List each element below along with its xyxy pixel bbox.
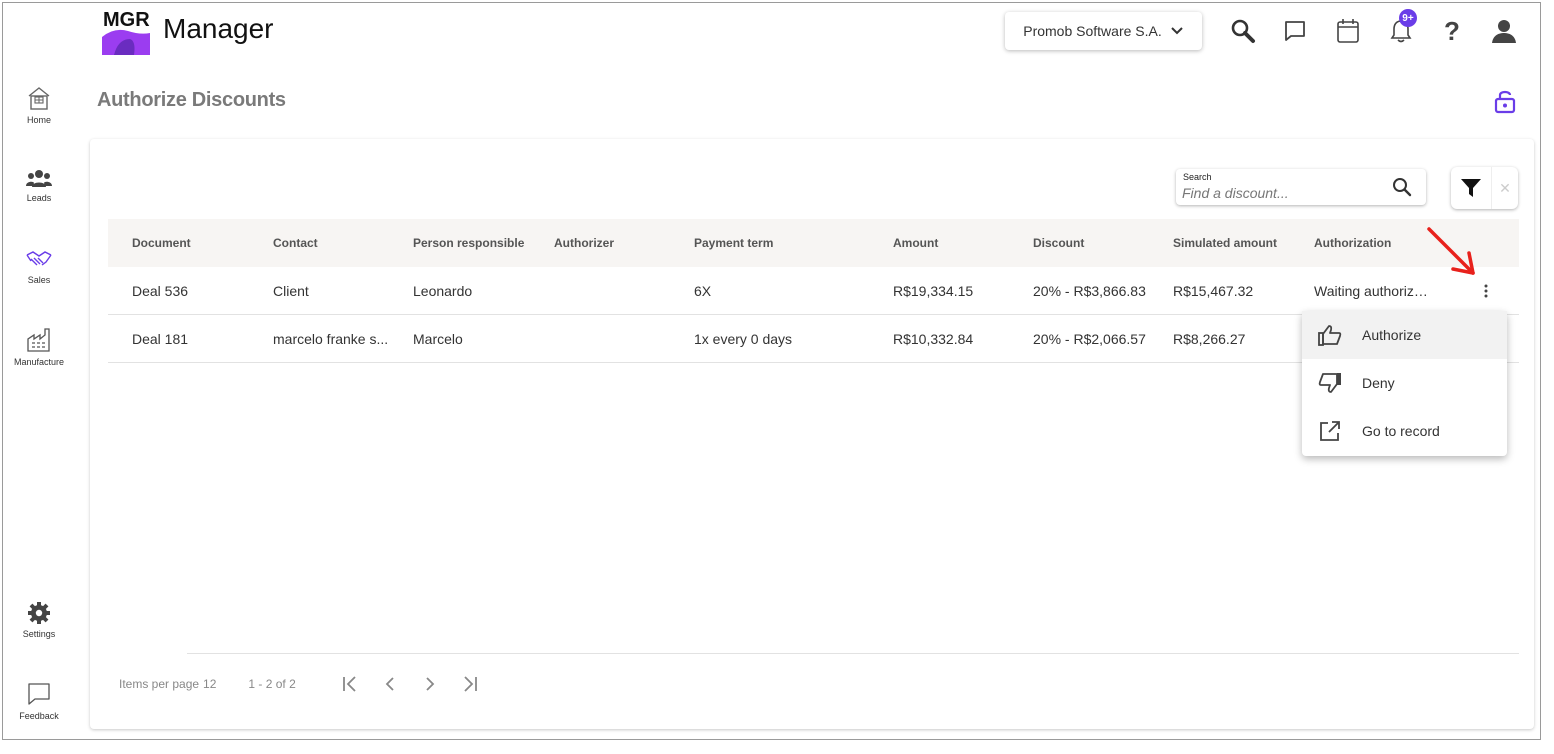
cell-discount: 20% - R$2,066.57 xyxy=(1033,330,1146,347)
app-window: MGR Manager Promob Software S.A. 9+ ? Ho… xyxy=(2,2,1541,740)
search-icon[interactable] xyxy=(1227,15,1259,47)
page-title: Authorize Discounts xyxy=(97,89,286,111)
clear-filter-button[interactable]: ✕ xyxy=(1491,167,1518,209)
cell-contact: Client xyxy=(273,282,309,299)
sidebar-label: Settings xyxy=(22,629,56,639)
pagination: Items per page 12 1 - 2 of 2 xyxy=(119,669,496,699)
cell-payment-term: 6X xyxy=(694,282,712,299)
sidebar-label: Manufacture xyxy=(13,357,65,367)
sidebar-item-feedback[interactable]: Feedback xyxy=(3,681,75,721)
logo-text: MGR xyxy=(103,9,150,31)
bell-icon[interactable]: 9+ xyxy=(1385,9,1417,47)
company-selector[interactable]: Promob Software S.A. xyxy=(1005,12,1202,50)
cell-discount: 20% - R$3,866.83 xyxy=(1033,282,1146,299)
gear-icon xyxy=(28,602,50,624)
cell-amount: R$19,334.15 xyxy=(893,282,974,299)
thumbs-up-icon xyxy=(1318,325,1342,346)
table-header: Document Contact Person responsible Auth… xyxy=(108,219,1519,267)
notification-badge: 9+ xyxy=(1399,9,1417,27)
cell-simulated-amount: R$8,266.27 xyxy=(1173,330,1246,347)
cell-simulated-amount: R$15,467.32 xyxy=(1173,282,1254,299)
column-header[interactable]: Payment term xyxy=(694,236,884,250)
cell-authorization: Waiting authorization xyxy=(1314,282,1429,299)
feedback-icon xyxy=(28,683,50,705)
help-icon[interactable]: ? xyxy=(1436,15,1468,47)
cell-document: Deal 181 xyxy=(132,330,189,347)
factory-icon xyxy=(27,328,50,352)
menu-item-label: Authorize xyxy=(1362,327,1422,343)
sidebar-label: Leads xyxy=(26,193,52,203)
home-icon xyxy=(28,87,50,110)
sidebar-item-manufacture[interactable]: Manufacture xyxy=(3,327,75,367)
menu-item-label: Go to record xyxy=(1362,423,1440,439)
column-header[interactable]: Simulated amount xyxy=(1173,236,1308,250)
menu-item-label: Deny xyxy=(1362,375,1395,391)
column-header[interactable]: Contact xyxy=(273,236,391,250)
cell-amount: R$10,332.84 xyxy=(893,330,974,347)
user-icon[interactable] xyxy=(1488,15,1520,47)
search-icon[interactable] xyxy=(1392,177,1412,202)
sidebar-item-settings[interactable]: Settings xyxy=(3,601,75,639)
cell-person-responsible: Leonardo xyxy=(413,282,473,299)
column-header[interactable]: Amount xyxy=(893,236,1023,250)
cell-document: Deal 536 xyxy=(132,282,189,299)
chevron-down-icon xyxy=(1171,27,1183,35)
close-icon: ✕ xyxy=(1499,179,1511,196)
row-actions-menu: Authorize Deny Go to record xyxy=(1302,311,1507,456)
column-header[interactable]: Discount xyxy=(1033,236,1173,250)
search-field[interactable]: Search xyxy=(1176,169,1426,205)
first-page-icon[interactable] xyxy=(336,670,364,698)
search-input[interactable] xyxy=(1182,184,1382,202)
search-label: Search xyxy=(1183,172,1212,182)
handshake-icon xyxy=(26,251,52,266)
filter-button[interactable] xyxy=(1451,167,1491,209)
column-header[interactable]: Document xyxy=(132,236,262,250)
menu-item-authorize[interactable]: Authorize xyxy=(1302,311,1507,359)
sidebar-item-leads[interactable]: Leads xyxy=(3,169,75,203)
menu-item-deny[interactable]: Deny xyxy=(1302,359,1507,407)
thumbs-down-icon xyxy=(1318,373,1341,393)
app-logo[interactable]: MGR xyxy=(100,9,152,57)
annotation-arrow-icon xyxy=(1423,225,1483,286)
sidebar-label: Sales xyxy=(27,275,51,285)
sidebar-label: Feedback xyxy=(19,711,59,721)
items-per-page-label: Items per page xyxy=(119,677,200,691)
footer-divider xyxy=(187,653,1519,654)
cell-person-responsible: Marcelo xyxy=(413,330,463,347)
cell-payment-term: 1x every 0 days xyxy=(694,330,793,347)
app-title: Manager xyxy=(163,13,274,44)
people-icon xyxy=(26,170,52,187)
open-external-icon xyxy=(1320,421,1340,441)
calendar-icon[interactable] xyxy=(1332,15,1364,47)
filter-group: ✕ xyxy=(1451,167,1518,209)
column-header[interactable]: Person responsible xyxy=(413,236,543,250)
cell-contact: marcelo franke s... xyxy=(273,330,389,347)
page-range: 1 - 2 of 2 xyxy=(248,677,296,691)
column-header[interactable]: Authorizer xyxy=(554,236,684,250)
filter-icon xyxy=(1461,179,1481,197)
menu-item-go-to-record[interactable]: Go to record xyxy=(1302,407,1507,455)
last-page-icon[interactable] xyxy=(456,670,484,698)
column-header[interactable]: Authorization xyxy=(1314,236,1429,250)
chat-icon[interactable] xyxy=(1279,15,1311,47)
table-row[interactable]: Deal 536 Client Leonardo 6X R$19,334.15 … xyxy=(108,267,1519,315)
company-name: Promob Software S.A. xyxy=(1023,23,1162,39)
unlock-icon[interactable] xyxy=(1493,88,1517,119)
next-page-icon[interactable] xyxy=(416,670,444,698)
sidebar-item-sales[interactable]: Sales xyxy=(3,247,75,285)
sidebar-item-home[interactable]: Home xyxy=(3,85,75,125)
sidebar-label: Home xyxy=(26,115,51,125)
items-per-page-select[interactable]: 12 xyxy=(203,677,216,691)
help-glyph: ? xyxy=(1444,15,1460,46)
previous-page-icon[interactable] xyxy=(376,670,404,698)
